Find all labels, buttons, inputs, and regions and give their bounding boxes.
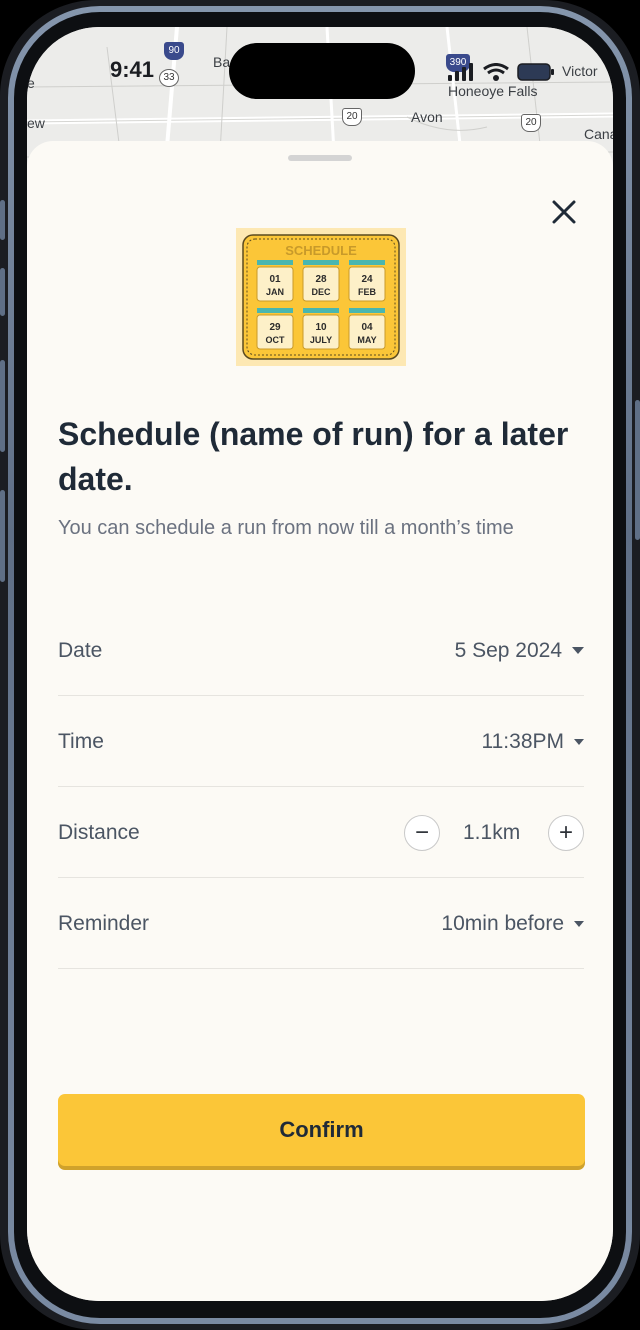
page-subtitle: You can schedule a run from now till a m… xyxy=(58,517,514,539)
calendar-tile-month: OCT xyxy=(266,335,286,345)
signal-icon xyxy=(448,63,473,81)
schedule-sheet: 01 JAN 28 DEC 24 FEB 29 OCT 10 JULY 04 MAY SCHEDULE… xyxy=(27,141,613,1301)
calendar-tile-month: JULY xyxy=(310,335,332,345)
time-label: Time xyxy=(58,730,104,753)
map-label: Canandaigua xyxy=(584,126,613,142)
reminder-row: Reminder 10min before xyxy=(58,878,584,969)
map-label: Honeoye Falls xyxy=(448,83,538,99)
minus-icon: − xyxy=(414,819,429,846)
dynamic-island xyxy=(229,43,415,99)
power-button xyxy=(635,400,640,540)
calendar-tile-bar xyxy=(303,260,339,265)
calendar-tile-month: JAN xyxy=(266,287,284,297)
close-icon[interactable] xyxy=(549,197,579,227)
increase-distance-button[interactable]: + xyxy=(548,815,584,851)
date-dropdown[interactable]: 5 Sep 2024 xyxy=(455,605,584,696)
calendar-tile-month: DEC xyxy=(311,287,331,297)
calendar-tile-day: 01 xyxy=(269,274,281,285)
calendar-tile-bar xyxy=(257,260,293,265)
calendar-tile-day: 29 xyxy=(269,322,281,333)
calendar-header: SCHEDULE xyxy=(285,243,357,258)
calendar-tile-bar xyxy=(349,260,385,265)
distance-label: Distance xyxy=(58,821,140,844)
schedule-calendar-illustration: 01 JAN 28 DEC 24 FEB 29 OCT 10 JULY 04 MAY SCHEDULE xyxy=(236,228,406,366)
wifi-icon xyxy=(483,63,509,81)
map-label: Ba xyxy=(213,54,231,70)
volume-side-button xyxy=(0,490,5,582)
map-label: Victor xyxy=(562,63,598,79)
screen: e ew a Ba Honeoye Falls Avon Canandaigua… xyxy=(27,27,613,1301)
reminder-value: 10min before xyxy=(441,912,564,935)
date-label: Date xyxy=(58,639,103,662)
caret-down-icon xyxy=(574,920,584,927)
caret-down-icon xyxy=(572,647,584,654)
date-row: Date 5 Sep 2024 xyxy=(58,605,584,696)
reminder-label: Reminder xyxy=(58,912,150,935)
calendar-tile-day: 04 xyxy=(361,322,373,333)
battery-icon xyxy=(517,63,554,81)
time-value: 11:38PM xyxy=(481,730,565,753)
time-dropdown[interactable]: 11:38PM xyxy=(481,696,584,787)
route-shield: 33 xyxy=(159,69,179,87)
volume-down-button xyxy=(0,360,5,452)
confirm-button[interactable]: Confirm xyxy=(58,1094,585,1166)
plus-icon: + xyxy=(558,819,573,846)
caret-down-icon xyxy=(574,738,584,745)
decrease-distance-button[interactable]: − xyxy=(404,815,440,851)
volume-up-button xyxy=(0,268,5,316)
time-row: Time 11:38PM xyxy=(58,696,584,787)
map-label: Avon xyxy=(411,109,443,125)
route-shield: 20 xyxy=(342,108,362,126)
calendar-tile-bar xyxy=(349,308,385,313)
highway-shield: 90 xyxy=(164,42,184,60)
reminder-dropdown[interactable]: 10min before xyxy=(441,878,584,969)
page-title: Schedule (name of run) for a later date. xyxy=(58,416,569,497)
distance-value: 1.1km xyxy=(463,821,521,844)
calendar-tile-bar xyxy=(257,308,293,313)
status-time: 9:41 xyxy=(110,57,155,82)
calendar-tile-bar xyxy=(303,308,339,313)
distance-row: Distance − 1.1km + xyxy=(58,787,584,878)
sheet-grabber[interactable] xyxy=(288,155,352,161)
action-button xyxy=(0,200,5,240)
date-value: 5 Sep 2024 xyxy=(454,639,562,662)
calendar-tile-month: FEB xyxy=(358,287,377,297)
map-label: ew xyxy=(27,115,45,131)
route-shield: 20 xyxy=(521,114,541,132)
map-label: e xyxy=(27,75,35,91)
calendar-tile-day: 10 xyxy=(315,322,327,333)
calendar-tile-day: 24 xyxy=(361,274,373,285)
phone-frame: e ew a Ba Honeoye Falls Avon Canandaigua… xyxy=(0,0,640,1330)
calendar-tile-month: MAY xyxy=(357,335,376,345)
calendar-tile-day: 28 xyxy=(315,274,327,285)
status-icons xyxy=(447,63,555,81)
